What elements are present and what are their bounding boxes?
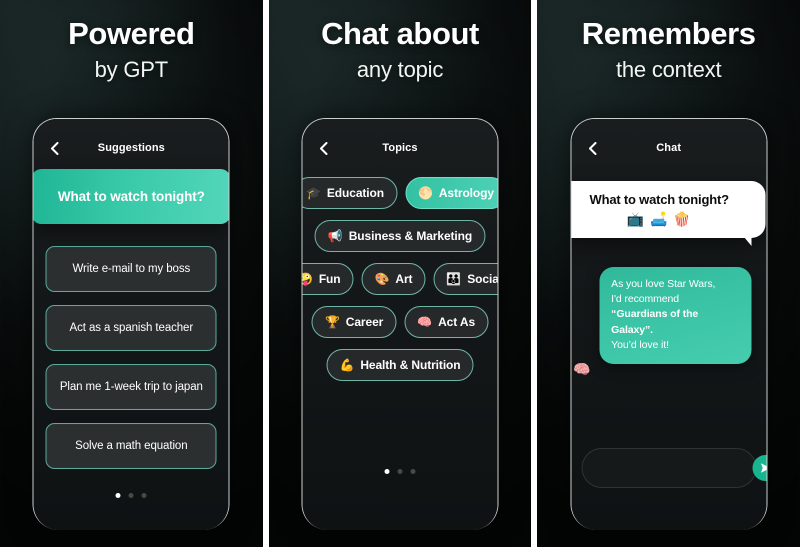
chat-bubble-user: What to watch tonight? 📺 🛋️ 🍿 bbox=[571, 181, 766, 246]
page-dot[interactable] bbox=[410, 469, 416, 474]
graduation-cap-icon: 🎓 bbox=[306, 186, 321, 200]
phone-mockup: Topics 🎓 Education 🌕 Astrology 📢 Busines… bbox=[301, 118, 499, 530]
assistant-line-1: As you love Star Wars, bbox=[611, 278, 716, 290]
topic-row: 🎓 Education 🌕 Astrology bbox=[302, 177, 498, 209]
page-dot-active[interactable] bbox=[384, 469, 390, 474]
panel-headline: Powered by GPT bbox=[0, 0, 263, 83]
phone-screen: Chat What to watch tonight? 📺 🛋️ 🍿 As yo… bbox=[571, 119, 767, 530]
palette-icon: 🎨 bbox=[374, 272, 390, 286]
page-dot[interactable] bbox=[128, 493, 134, 498]
topic-chip-fun[interactable]: 🤪 Fun bbox=[302, 263, 354, 295]
assistant-line-2: I'd recommend bbox=[611, 293, 679, 306]
topic-row: 📢 Business & Marketing bbox=[311, 220, 490, 252]
suggestion-item[interactable]: Solve a math equation bbox=[45, 423, 217, 469]
page-dot[interactable] bbox=[397, 469, 403, 474]
message-composer[interactable] bbox=[581, 448, 767, 488]
screen-title: Suggestions bbox=[97, 142, 165, 154]
page-dot[interactable] bbox=[141, 493, 147, 498]
page-dot-active[interactable] bbox=[115, 493, 121, 498]
assistant-highlight: “Guardians of the Galaxy”. bbox=[611, 308, 699, 336]
suggestion-item[interactable]: Plan me 1-week trip to japan bbox=[45, 364, 217, 410]
flexed-biceps-icon: 💪 bbox=[339, 358, 355, 372]
topic-chip-label: Act As bbox=[438, 315, 476, 329]
send-paper-plane-icon bbox=[760, 463, 767, 473]
trophy-icon: 🏆 bbox=[324, 315, 340, 329]
suggestion-item[interactable]: Act as a spanish teacher bbox=[45, 305, 217, 351]
moon-icon: 🌕 bbox=[418, 186, 433, 200]
screen-title: Chat bbox=[656, 142, 682, 154]
topic-chip-label: Health & Nutrition bbox=[360, 358, 461, 372]
phone-mockup: Suggestions What to watch tonight? Write… bbox=[32, 118, 230, 530]
family-icon: 👪 bbox=[446, 272, 462, 286]
screenshot-gallery: Powered by GPT Suggestions What to watch… bbox=[0, 0, 800, 547]
chat-user-text: What to watch tonight? bbox=[589, 192, 729, 207]
chevron-left-icon[interactable] bbox=[585, 141, 599, 155]
topic-chip-art[interactable]: 🎨 Art bbox=[361, 263, 426, 295]
promo-panel-powered-by-gpt: Powered by GPT Suggestions What to watch… bbox=[0, 0, 263, 547]
topic-chip-career[interactable]: 🏆 Career bbox=[311, 306, 397, 338]
topic-chip-label: Social bbox=[467, 272, 499, 286]
topic-chip-grid: 🎓 Education 🌕 Astrology 📢 Business & Mar… bbox=[302, 177, 498, 381]
panel-headline: Chat about any topic bbox=[269, 0, 532, 83]
headline-primary: Chat about bbox=[321, 16, 479, 51]
topic-row: 🤪 Fun 🎨 Art 👪 Social bbox=[302, 263, 498, 295]
phone-mockup: Chat What to watch tonight? 📺 🛋️ 🍿 As yo… bbox=[570, 118, 768, 530]
promo-panel-remembers-the-context: Remembers the context Chat What to watch… bbox=[537, 0, 800, 547]
topic-chip-astrology[interactable]: 🌕 Astrology bbox=[405, 177, 498, 209]
page-indicator bbox=[303, 469, 498, 474]
headline-primary: Remembers bbox=[581, 16, 756, 51]
topic-row: 💪 Health & Nutrition bbox=[311, 349, 490, 381]
zany-face-icon: 🤪 bbox=[303, 273, 313, 285]
topic-chip-label: Career bbox=[345, 315, 384, 329]
assistant-brain-avatar-icon: 🧠 bbox=[573, 361, 591, 377]
topic-chip-label: Astrology bbox=[438, 186, 494, 200]
headline-secondary: any topic bbox=[356, 56, 444, 82]
topic-chip-act-as[interactable]: 🧠 Act As bbox=[404, 306, 489, 338]
phone-screen: Topics 🎓 Education 🌕 Astrology 📢 Busines… bbox=[302, 119, 498, 530]
chevron-left-icon[interactable] bbox=[48, 141, 62, 155]
topic-chip-social[interactable]: 👪 Social bbox=[433, 263, 498, 295]
headline-primary: Powered bbox=[68, 16, 195, 51]
topic-chip-health-nutrition[interactable]: 💪 Health & Nutrition bbox=[326, 349, 474, 381]
topic-chip-label: Fun bbox=[318, 272, 341, 286]
suggestion-primary-highlighted[interactable]: What to watch tonight? bbox=[33, 169, 229, 224]
chat-bubble-assistant: As you love Star Wars, I'd recommend “Gu… bbox=[599, 267, 752, 365]
topic-row: 🏆 Career 🧠 Act As bbox=[311, 306, 490, 338]
app-top-bar: Topics bbox=[303, 119, 498, 177]
page-indicator bbox=[34, 493, 229, 498]
topic-chip-label: Education bbox=[326, 186, 384, 200]
send-button[interactable] bbox=[752, 455, 767, 481]
headline-secondary: by GPT bbox=[94, 56, 169, 82]
assistant-line-4: You’d love it! bbox=[611, 338, 669, 351]
suggestion-list: What to watch tonight? Write e-mail to m… bbox=[33, 169, 229, 469]
chevron-left-icon[interactable] bbox=[317, 141, 331, 155]
promo-panel-chat-about-any-topic: Chat about any topic Topics 🎓 Education bbox=[268, 0, 532, 547]
phone-screen: Suggestions What to watch tonight? Write… bbox=[33, 119, 229, 530]
topic-chip-label: Art bbox=[395, 272, 413, 286]
chat-user-emojis: 📺 🛋️ 🍿 bbox=[626, 211, 692, 227]
panel-headline: Remembers the context bbox=[537, 0, 800, 83]
message-input[interactable] bbox=[582, 462, 753, 474]
screen-title: Topics bbox=[382, 142, 418, 154]
brain-icon: 🧠 bbox=[417, 315, 433, 329]
headline-secondary: the context bbox=[615, 56, 722, 82]
megaphone-icon: 📢 bbox=[327, 229, 343, 243]
topic-chip-business-marketing[interactable]: 📢 Business & Marketing bbox=[314, 220, 486, 252]
app-top-bar: Chat bbox=[571, 119, 766, 177]
suggestion-item[interactable]: Write e-mail to my boss bbox=[45, 246, 217, 292]
topic-chip-label: Business & Marketing bbox=[348, 229, 473, 243]
topic-chip-education[interactable]: 🎓 Education bbox=[302, 177, 397, 209]
